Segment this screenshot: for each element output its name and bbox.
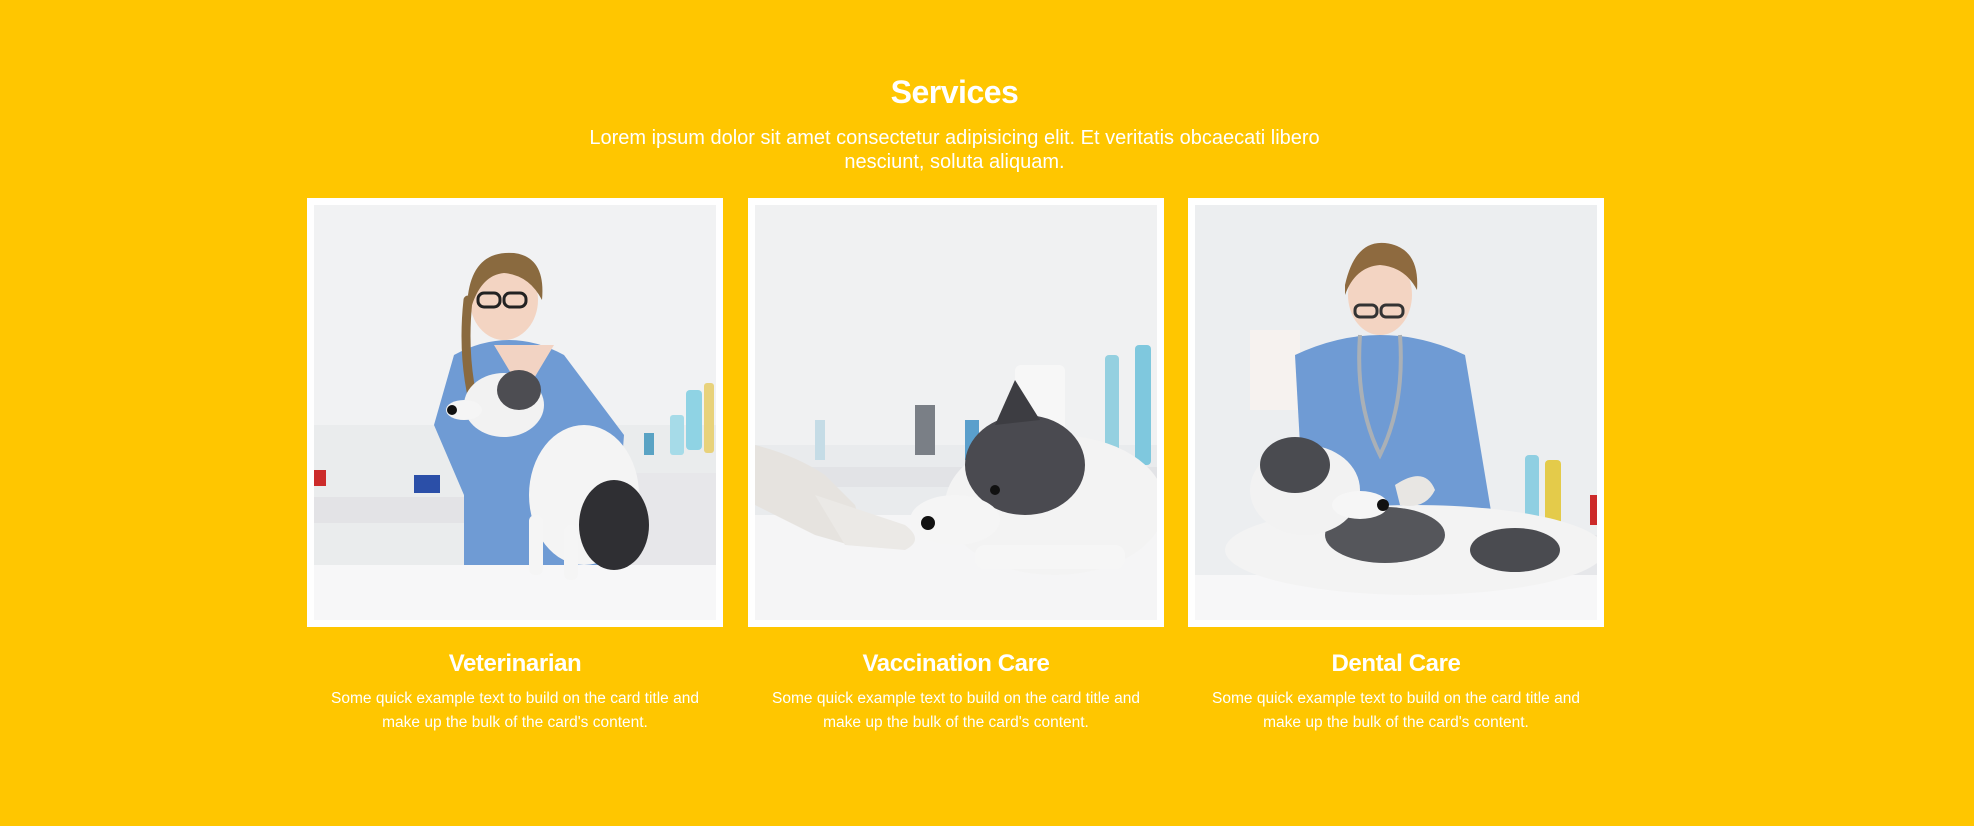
card-text: Some quick example text to build on the … <box>331 690 699 731</box>
veterinarian-with-dog-photo <box>314 205 716 620</box>
services-section: Services Lorem ipsum dolor sit amet cons… <box>0 0 1974 826</box>
section-lead: Lorem ipsum dolor sit amet consectetur a… <box>589 127 1320 173</box>
service-card-dental-care: Dental Care Some quick example text to b… <box>1188 198 1604 735</box>
card-title: Vaccination Care <box>862 650 1050 677</box>
service-card-veterinarian: Veterinarian Some quick example text to … <box>307 198 723 735</box>
card-text: Some quick example text to build on the … <box>1212 690 1580 731</box>
service-card-vaccination-care: Vaccination Care Some quick example text… <box>748 198 1164 735</box>
card-image-frame <box>307 198 723 627</box>
vaccination-dog-photo <box>755 205 1157 620</box>
section-title: Services <box>890 74 1019 110</box>
dental-care-dog-photo <box>1195 205 1597 620</box>
card-title: Dental Care <box>1331 650 1461 677</box>
card-text: Some quick example text to build on the … <box>772 690 1140 731</box>
card-image-frame <box>1188 198 1604 627</box>
card-title: Veterinarian <box>448 650 582 677</box>
card-image-frame <box>748 198 1164 627</box>
